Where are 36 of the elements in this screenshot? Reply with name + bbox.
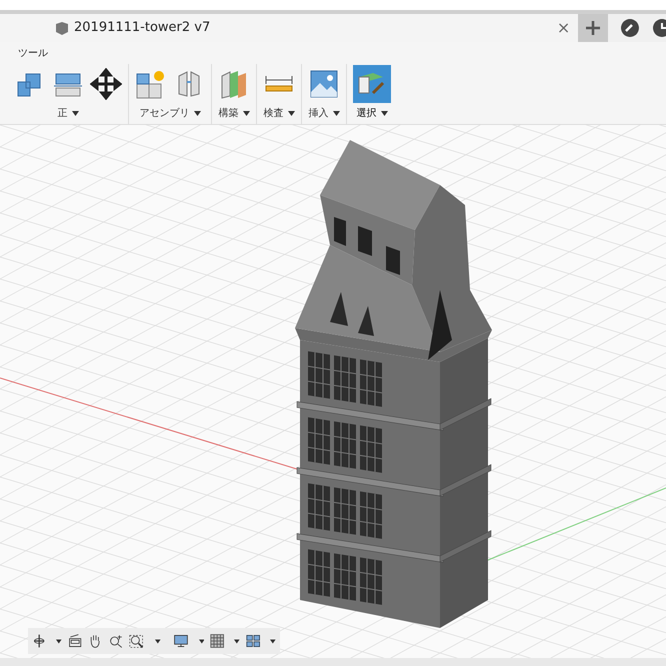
clock-icon[interactable] bbox=[652, 18, 666, 38]
close-button[interactable]: × bbox=[556, 16, 570, 40]
caret-icon bbox=[288, 111, 294, 116]
viewports-icon[interactable] bbox=[246, 632, 260, 650]
tool-group-menu[interactable]: 挿入 bbox=[308, 106, 340, 121]
camera-icon[interactable] bbox=[68, 632, 82, 650]
orbit-caret-icon bbox=[56, 638, 62, 644]
viewports-caret-icon bbox=[270, 638, 276, 644]
zoom-window-icon[interactable] bbox=[129, 632, 145, 650]
caret-icon bbox=[72, 111, 78, 116]
zoom-caret-icon bbox=[154, 638, 161, 644]
tool-group-menu[interactable]: 選択 bbox=[356, 106, 388, 121]
component-icon[interactable] bbox=[135, 68, 167, 100]
toolbar-tab[interactable]: ツール bbox=[18, 46, 48, 61]
grid-caret-icon bbox=[234, 638, 240, 644]
tool-group-menu[interactable]: 構築 bbox=[218, 106, 250, 121]
grid-icon[interactable] bbox=[210, 632, 224, 650]
new-tab-button[interactable] bbox=[578, 14, 608, 42]
caret-icon bbox=[332, 111, 340, 116]
tool-group-menu[interactable]: 正 bbox=[58, 106, 78, 121]
display-icon[interactable] bbox=[172, 632, 188, 650]
select-tool-icon[interactable] bbox=[353, 65, 391, 103]
plus-icon bbox=[586, 21, 600, 35]
image-icon[interactable] bbox=[308, 68, 340, 100]
caret-icon bbox=[194, 111, 200, 116]
tool-group-menu[interactable]: 検査 bbox=[264, 106, 294, 121]
move-icon[interactable] bbox=[90, 68, 122, 100]
tool-group-menu[interactable]: アセンブリ bbox=[140, 106, 200, 121]
caret-icon bbox=[380, 111, 388, 116]
job-status-icon[interactable] bbox=[620, 18, 640, 38]
document-title: 20191111-tower2 v7 bbox=[74, 19, 210, 38]
cube-icon bbox=[54, 20, 70, 36]
document-tab[interactable]: 20191111-tower2 v7 × bbox=[0, 14, 578, 42]
display-caret-icon bbox=[198, 638, 204, 644]
caret-icon bbox=[242, 111, 250, 116]
orbit-icon[interactable] bbox=[32, 632, 46, 650]
